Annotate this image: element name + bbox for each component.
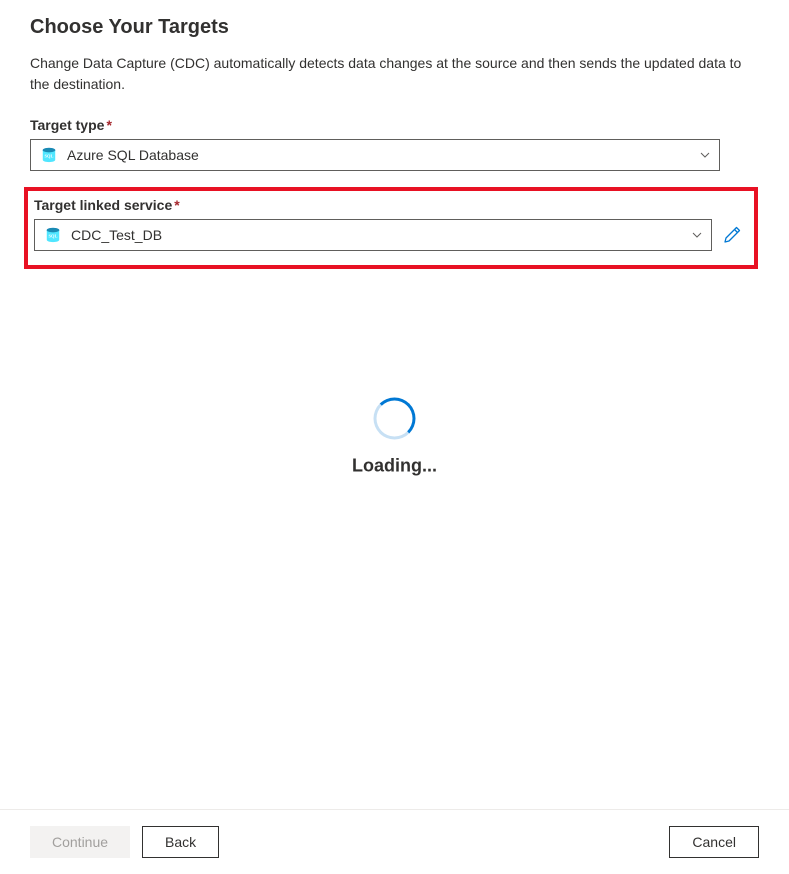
target-type-label: Target type* — [30, 117, 759, 133]
target-type-field: Target type* SQL Azure SQL Database — [30, 117, 759, 171]
required-indicator: * — [106, 117, 111, 133]
highlighted-section: Target linked service* SQL CDC_Test_DB — [24, 187, 758, 269]
loading-text: Loading... — [352, 455, 437, 476]
target-linked-service-label-text: Target linked service — [34, 197, 172, 213]
spinner-icon — [374, 397, 416, 439]
edit-icon[interactable] — [722, 225, 742, 245]
target-type-dropdown[interactable]: SQL Azure SQL Database — [30, 139, 720, 171]
target-linked-service-value: CDC_Test_DB — [71, 227, 681, 243]
target-linked-service-dropdown[interactable]: SQL CDC_Test_DB — [34, 219, 712, 251]
svg-text:SQL: SQL — [45, 154, 54, 159]
continue-button: Continue — [30, 826, 130, 858]
target-linked-service-label: Target linked service* — [34, 197, 742, 213]
footer-bar: Continue Back Cancel — [0, 809, 789, 874]
page-description: Change Data Capture (CDC) automatically … — [30, 53, 759, 95]
required-indicator: * — [174, 197, 179, 213]
target-type-value: Azure SQL Database — [67, 147, 689, 163]
loading-indicator: Loading... — [352, 397, 437, 476]
target-type-label-text: Target type — [30, 117, 104, 133]
azure-sql-icon: SQL — [45, 227, 61, 243]
cancel-button[interactable]: Cancel — [669, 826, 759, 858]
target-linked-service-field: Target linked service* SQL CDC_Test_DB — [34, 197, 742, 251]
back-button[interactable]: Back — [142, 826, 219, 858]
svg-text:SQL: SQL — [49, 234, 58, 239]
azure-sql-icon: SQL — [41, 147, 57, 163]
chevron-down-icon — [699, 149, 711, 161]
chevron-down-icon — [691, 229, 703, 241]
main-content: Choose Your Targets Change Data Capture … — [0, 0, 789, 809]
linked-service-row: SQL CDC_Test_DB — [34, 219, 742, 251]
page-title: Choose Your Targets — [30, 16, 759, 39]
